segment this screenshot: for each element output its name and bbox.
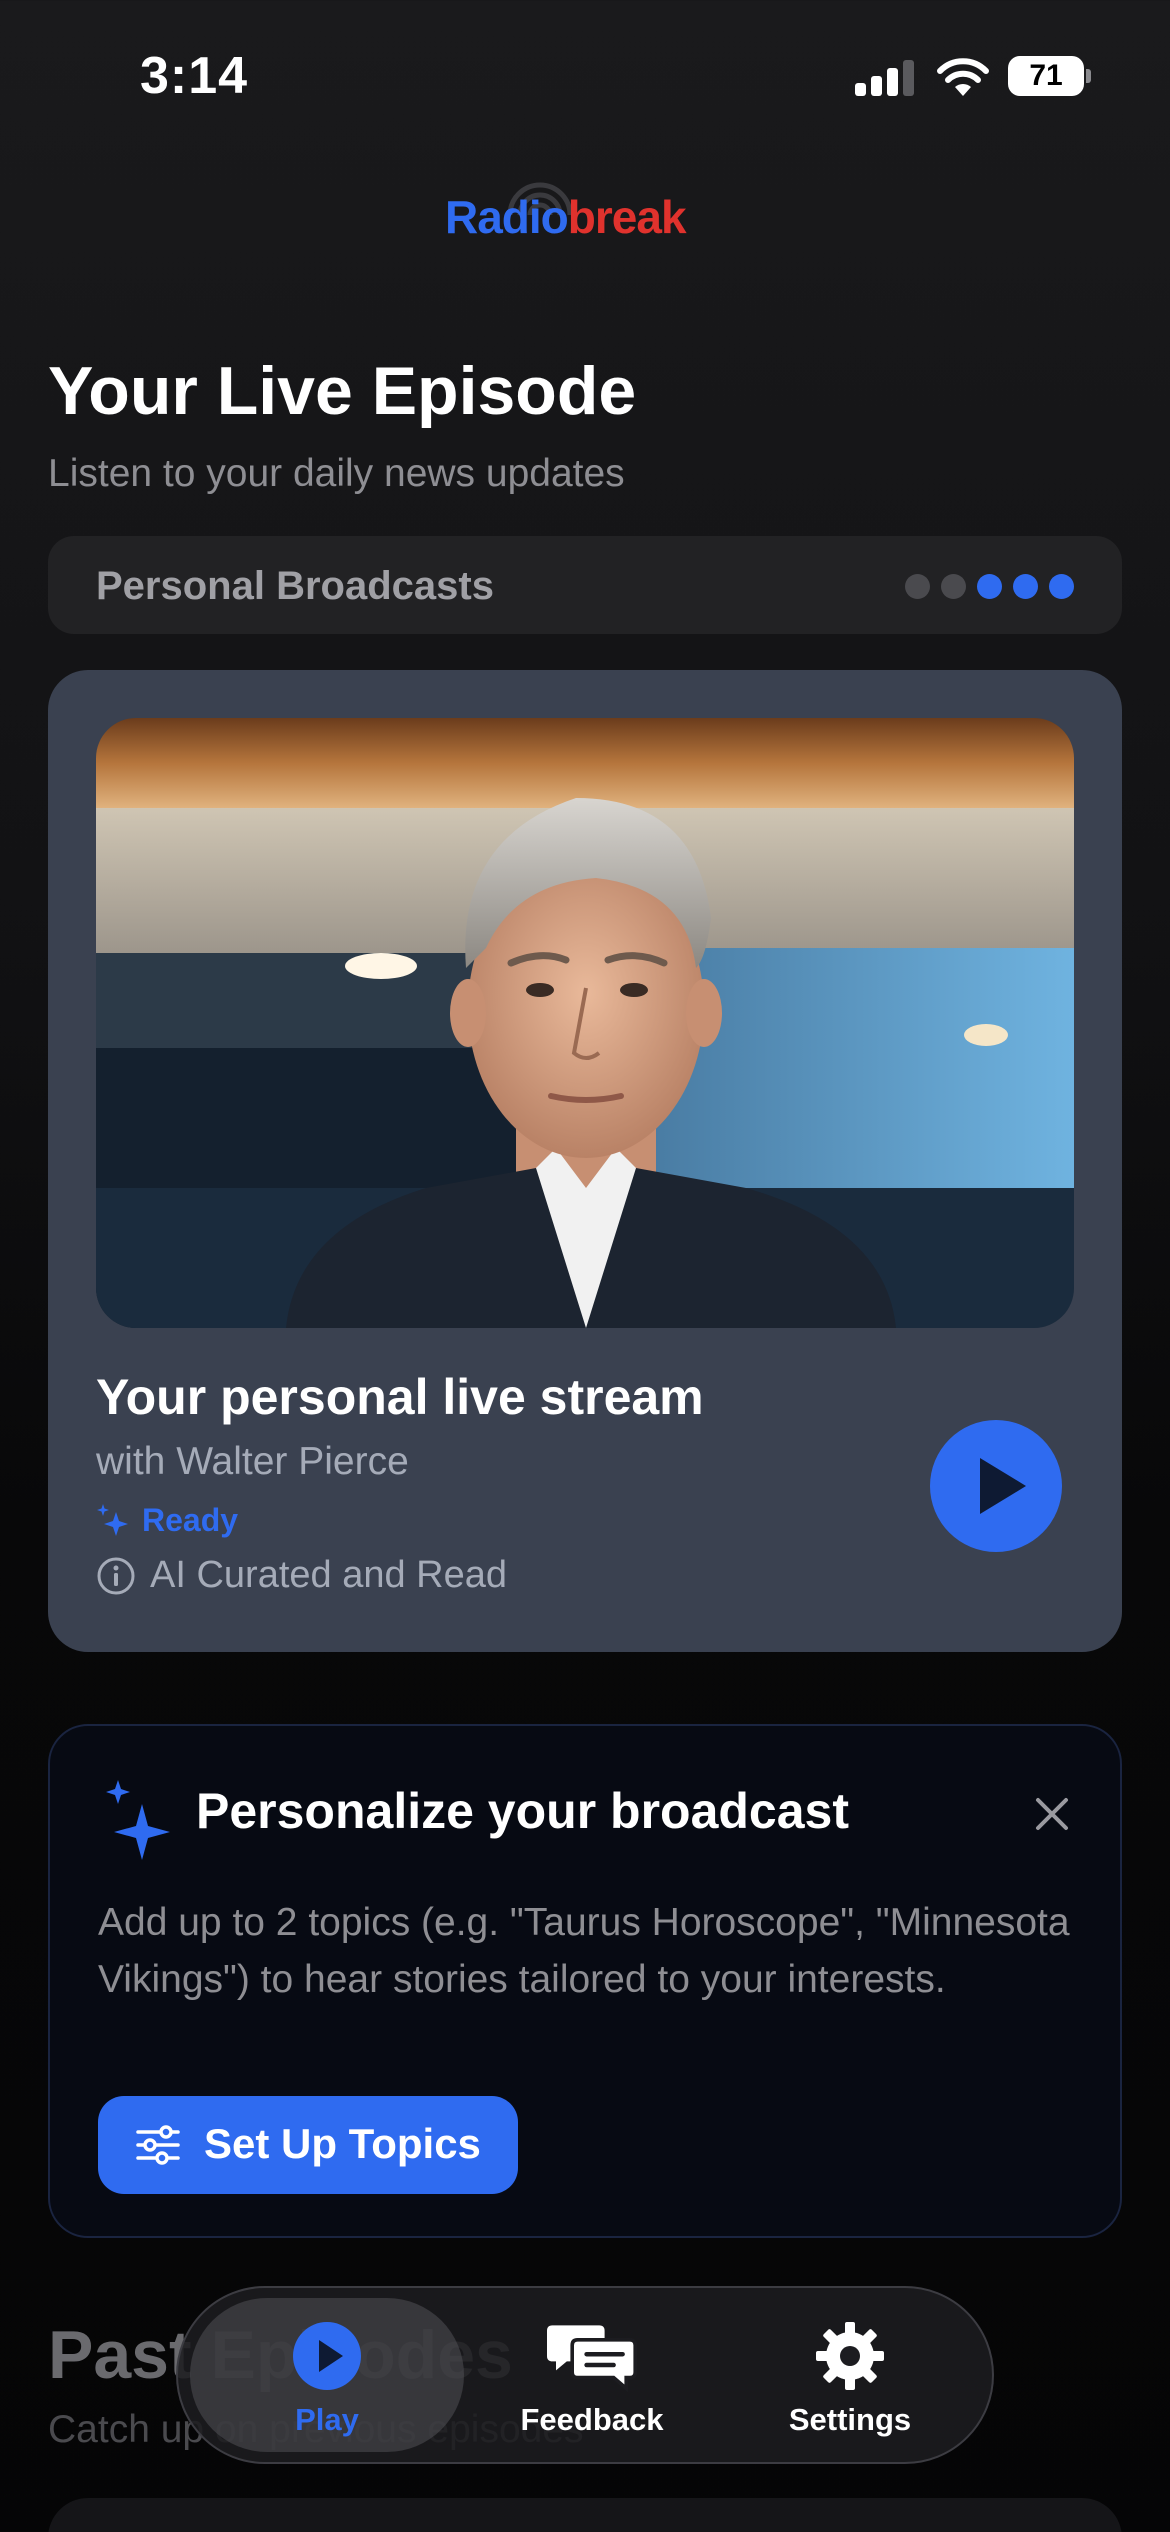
- live-episode-card[interactable]: Your personal live stream with Walter Pi…: [48, 670, 1122, 1652]
- tab-settings[interactable]: Settings: [732, 2298, 968, 2452]
- tab-bar: Play Feedback Settings: [176, 2286, 994, 2464]
- page-dot[interactable]: [1049, 574, 1074, 599]
- gear-icon: [816, 2322, 884, 2390]
- broadcast-selector[interactable]: Personal Broadcasts: [48, 536, 1122, 634]
- set-up-topics-label: Set Up Topics: [204, 2120, 481, 2167]
- episode-status: Ready: [96, 1502, 238, 1539]
- play-circle-icon: [293, 2322, 361, 2390]
- cellular-signal-icon: [855, 60, 917, 96]
- battery-level: 71: [1008, 56, 1084, 96]
- tab-settings-label: Settings: [788, 2402, 912, 2437]
- page-indicator[interactable]: [905, 574, 1074, 599]
- tab-play-label: Play: [295, 2402, 359, 2437]
- radiobreak-logo: Radiobreak: [445, 160, 715, 250]
- logo-part-radio: Radio: [445, 191, 569, 243]
- episode-status-text: Ready: [142, 1502, 239, 1538]
- logo-part-break: break: [567, 191, 687, 243]
- chat-bubbles-icon: [547, 2325, 637, 2392]
- page-title: Your Live Episode: [48, 353, 637, 429]
- set-up-topics-button[interactable]: Set Up Topics: [98, 2096, 518, 2194]
- wifi-icon: [937, 58, 989, 96]
- personalize-title: Personalize your broadcast: [196, 1783, 850, 1839]
- play-episode-button[interactable]: [930, 1420, 1062, 1552]
- page-dot[interactable]: [941, 574, 966, 599]
- status-bar: 3:14 71: [0, 0, 1170, 150]
- sparkle-icon: [97, 1503, 128, 1536]
- page-subtitle: Listen to your daily news updates: [48, 452, 625, 495]
- logo-wordmark: Radiobreak: [445, 190, 687, 244]
- personalize-description: Add up to 2 topics (e.g. "Taurus Horosco…: [98, 1901, 1070, 2001]
- play-icon: [980, 1458, 1026, 1514]
- host-photo: [96, 718, 1074, 1328]
- episode-title: Your personal live stream: [96, 1369, 704, 1425]
- status-time: 3:14: [140, 47, 249, 105]
- broadcast-selector-label: Personal Broadcasts: [96, 564, 494, 608]
- page-dot[interactable]: [977, 574, 1002, 599]
- tab-feedback-label: Feedback: [520, 2402, 664, 2437]
- personalize-card: Personalize your broadcast Add up to 2 t…: [48, 1724, 1122, 2238]
- sliders-icon: [136, 2125, 180, 2165]
- sparkles-icon: [106, 1780, 170, 1860]
- episode-info: AI Curated and Read: [96, 1554, 507, 1597]
- tab-play[interactable]: Play: [190, 2298, 464, 2452]
- battery-icon: 71: [1008, 56, 1091, 96]
- past-episode-card[interactable]: [48, 2498, 1122, 2532]
- page-dot[interactable]: [905, 574, 930, 599]
- page-dot[interactable]: [1013, 574, 1038, 599]
- info-icon: [97, 1557, 135, 1594]
- close-icon[interactable]: [1032, 1794, 1072, 1834]
- episode-host: with Walter Pierce: [96, 1440, 409, 1483]
- tab-feedback[interactable]: Feedback: [474, 2298, 710, 2452]
- episode-info-text: AI Curated and Read: [150, 1554, 508, 1596]
